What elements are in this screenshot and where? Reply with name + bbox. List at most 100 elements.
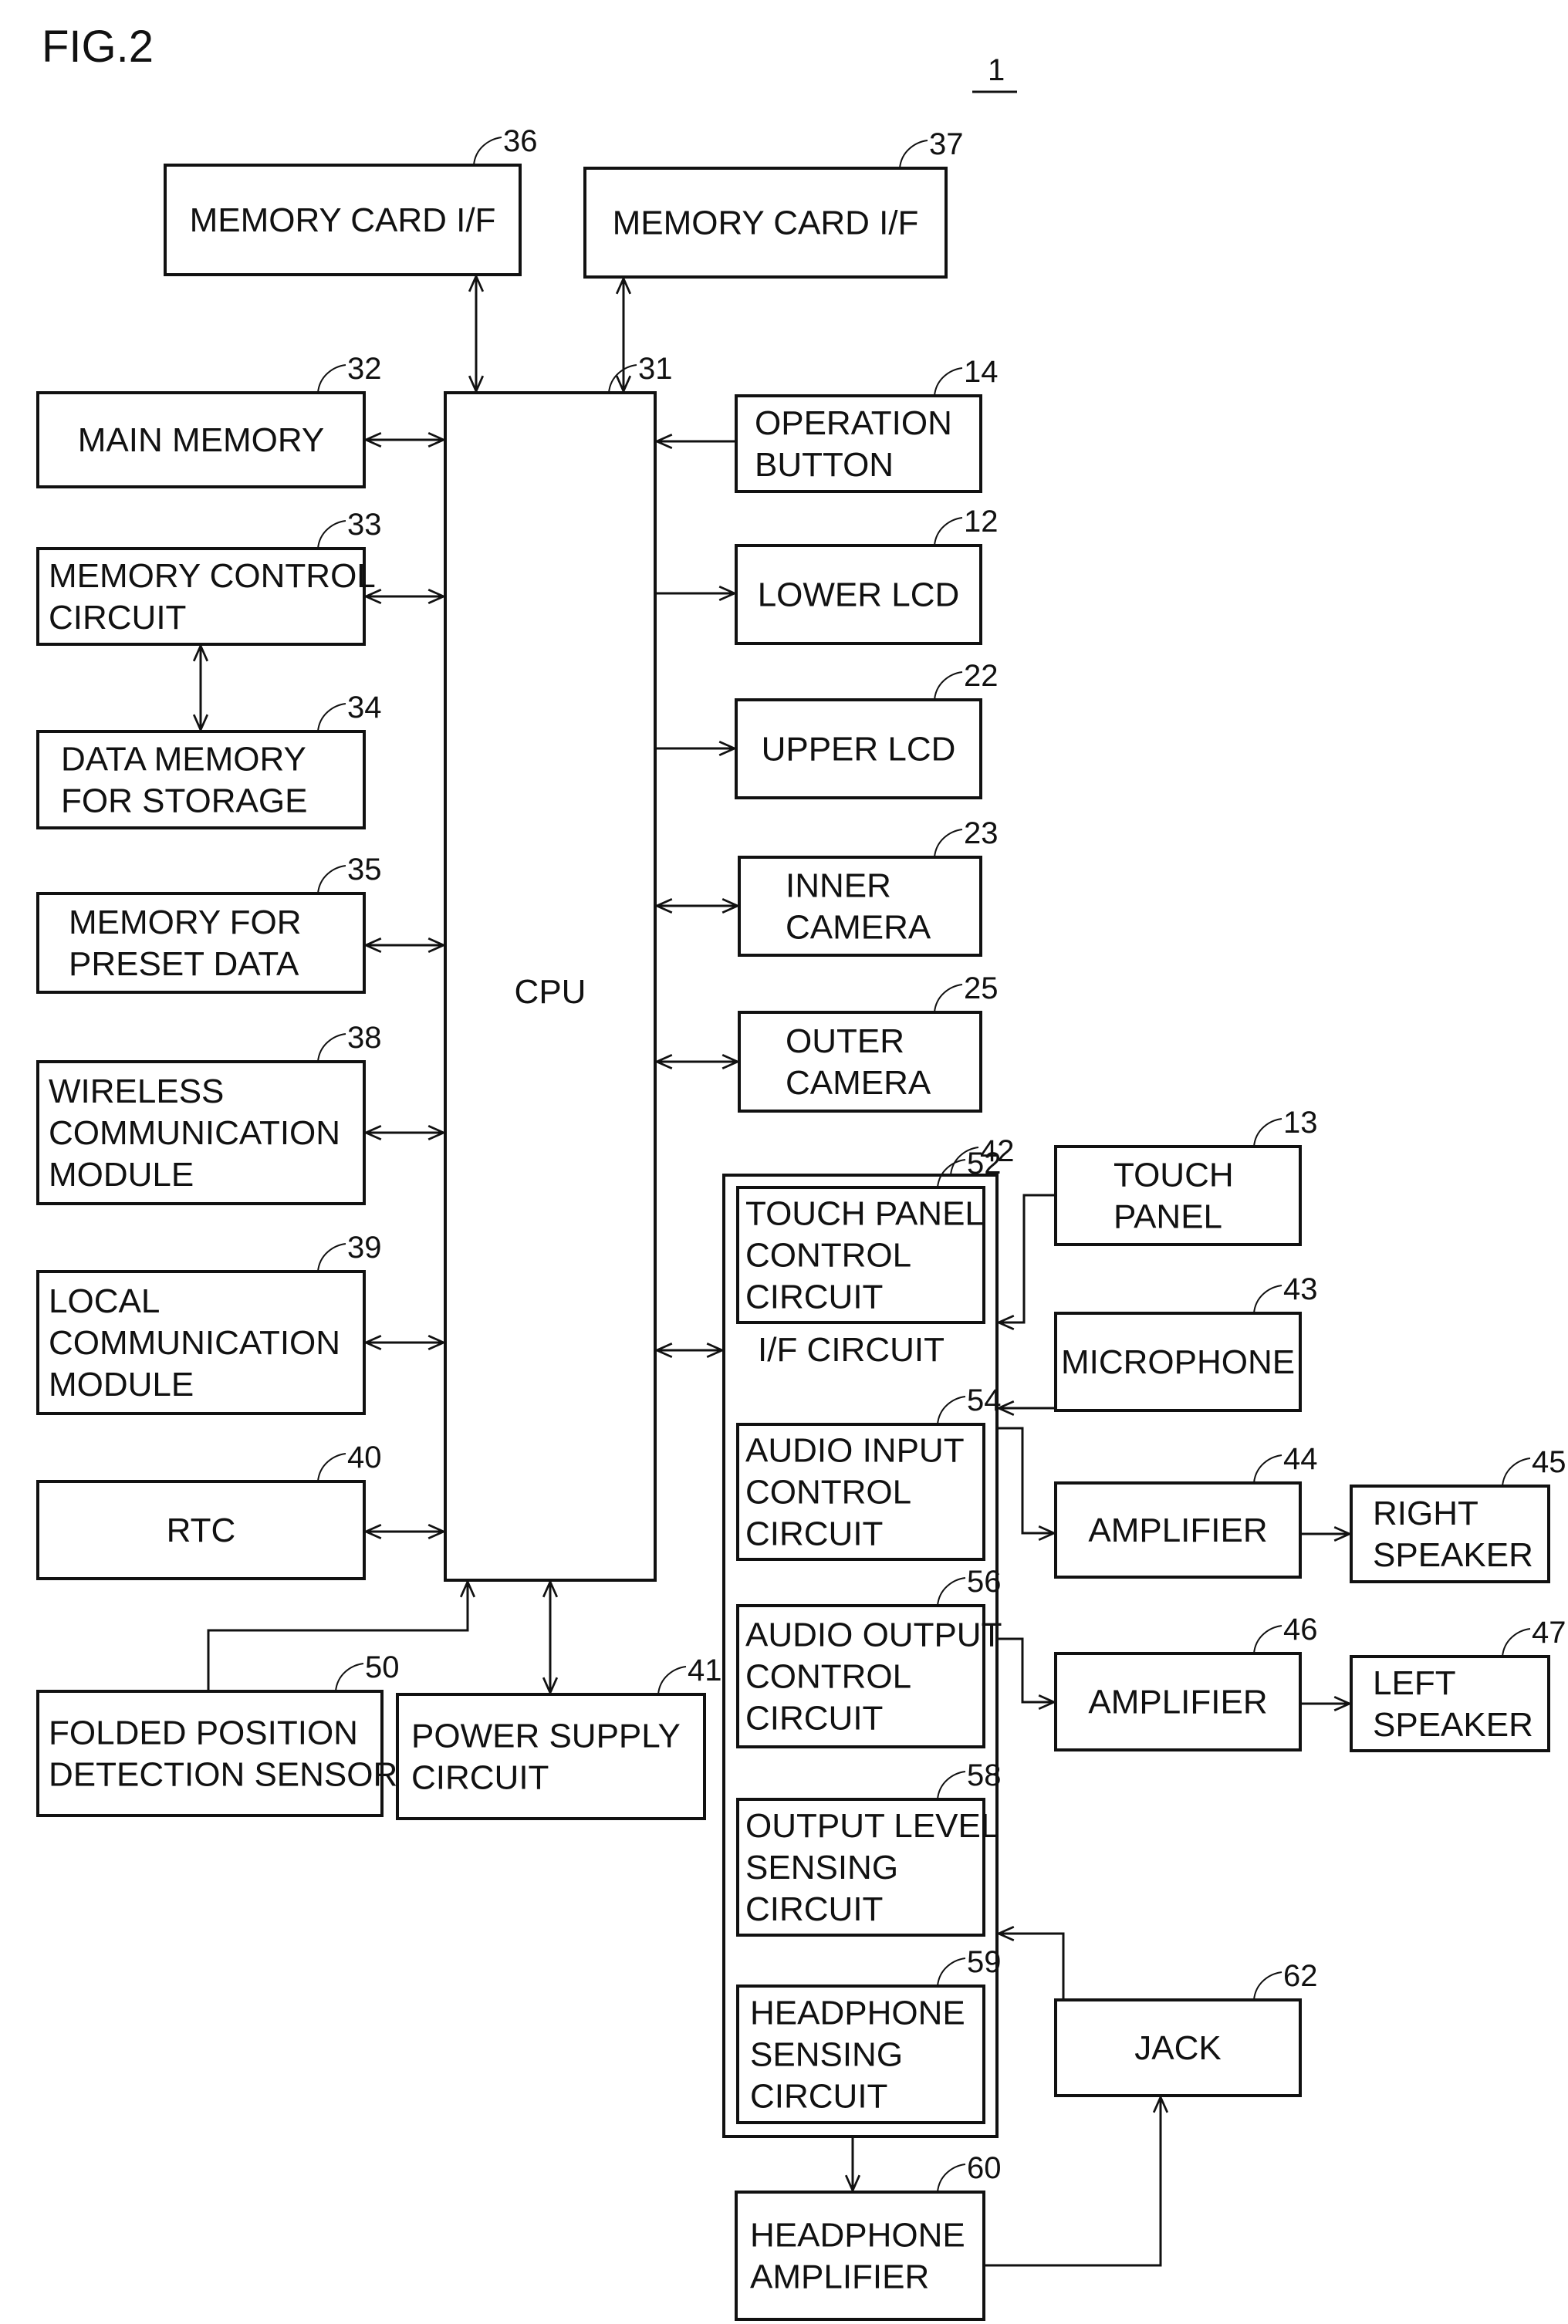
block-label-line: CONTROL [745,1237,911,1275]
reference-leader [934,367,963,397]
reference-leader [1253,1971,1282,2001]
link-if-ampright [999,1427,1054,1533]
reference-leader [317,865,346,894]
reference-numeral: 25 [964,971,999,1005]
block-left-speaker: LEFT SPEAKER 47 [1350,1616,1566,1752]
reference-numeral: 32 [347,352,382,386]
block-label-line: MICROPHONE [1061,1343,1295,1381]
block-label-line: MODULE [49,1366,194,1404]
block-lower-lcd: LOWER LCD 12 [735,505,999,645]
block-label-line: OUTPUT LEVEL [745,1807,999,1845]
block-label-line: FOR STORAGE [61,782,307,820]
block-label-line: FOLDED POSITION [49,1714,358,1752]
block-label-line: CIRCUIT [750,2078,887,2116]
block-op-button: OPERATION BUTTON 14 [735,355,999,493]
reference-leader [934,984,963,1013]
block-label-line: MEMORY CARD I/F [613,204,919,242]
block-label-line: RTC [167,1512,236,1549]
block-label-line: DATA MEMORY [61,741,306,779]
reference-numeral: 23 [964,816,999,850]
block-inner-camera: INNER CAMERA 23 [738,816,999,957]
block-label-line: SENSING [750,2036,903,2074]
reference-leader [317,703,346,732]
block-cpu: CPU 31 [444,352,673,1582]
reference-numeral: 33 [347,508,382,542]
block-preset-memory: MEMORY FOR PRESET DATA 35 [36,853,382,994]
reference-numeral: 35 [347,853,382,887]
block-label-line: COMMUNICATION [49,1324,340,1362]
block-label-line: SPEAKER [1373,1536,1533,1574]
block-label-line: MEMORY FOR [69,904,302,941]
reference-numeral: 47 [1532,1616,1566,1650]
reference-numeral: 62 [1283,1959,1318,1993]
block-label-line: LOCAL [49,1282,160,1320]
block-diagram: FIG.2 1 MEMORY CARD I/F36MEMORY CARD I/F… [36,22,1566,2321]
reference-numeral: 59 [967,1945,1002,1979]
block-rtc: RTC 40 [36,1441,382,1580]
reference-leader [934,517,963,546]
block-wireless: WIRELESS COMMUNICATION MODULE 38 [36,1021,382,1205]
reference-numeral: 54 [967,1383,1002,1417]
block-label-line: CIRCUIT [49,599,186,637]
reference-leader [657,1666,687,1695]
block-touch-ctrl: TOUCH PANEL CONTROL CIRCUIT 52 [736,1147,1002,1324]
reference-leader [1253,1118,1282,1147]
link-folded-cpu [207,1582,468,1691]
reference-numeral: 45 [1532,1445,1566,1479]
reference-leader [1253,1625,1282,1654]
figure-title: FIG.2 [42,22,154,72]
block-outer-camera: OUTER CAMERA 25 [738,971,999,1113]
link-jack-if [999,1934,1065,2000]
reference-numeral: 56 [967,1565,1002,1599]
block-jack: JACK 62 [1054,1959,1318,2097]
block-frame [396,1693,706,1820]
block-mem-card-37: MEMORY CARD I/F 37 [583,127,964,279]
block-label-line: LOWER LCD [758,576,960,614]
reference-leader [335,1663,364,1692]
block-label-line: INNER [786,867,891,905]
block-amp-left: AMPLIFIER 46 [1054,1613,1318,1751]
reference-leader [1502,1458,1531,1487]
reference-leader [1253,1285,1282,1314]
reference-numeral: 43 [1283,1272,1318,1306]
reference-numeral: 39 [347,1231,382,1265]
block-power: POWER SUPPLY CIRCUIT 41 [396,1653,722,1820]
block-label-line: CIRCUIT [745,1890,883,1928]
reference-leader [934,829,963,858]
block-label-line: I/F CIRCUIT [758,1331,945,1369]
reference-numeral: 13 [1283,1106,1318,1140]
block-frame [735,2191,985,2321]
block-label-line: CIRCUIT [411,1759,549,1797]
link-touchpanel-if [999,1194,1056,1322]
reference-leader [899,140,928,169]
block-label-line: CIRCUIT [745,1700,883,1738]
reference-leader [1253,1454,1282,1484]
block-touch-panel: TOUCH PANEL 13 [1054,1106,1318,1246]
reference-numeral: 31 [638,352,673,386]
block-label-line: POWER SUPPLY [411,1718,681,1755]
reference-numeral: 36 [503,124,538,158]
block-mem-card-36: MEMORY CARD I/F 36 [164,124,538,276]
reference-leader [317,520,346,549]
reference-numeral: 38 [347,1021,382,1055]
block-label-line: AUDIO OUTPUT [745,1616,1002,1654]
block-label-line: BUTTON [755,446,894,484]
block-main-memory: MAIN MEMORY 32 [36,352,382,488]
block-folded: FOLDED POSITION DETECTION SENSOR 50 [36,1650,400,1817]
block-right-speaker: RIGHT SPEAKER 45 [1350,1445,1566,1583]
block-label-line: CIRCUIT [745,1279,883,1316]
block-label-line: HEADPHONE [750,1995,965,2032]
reference-numeral: 41 [688,1653,722,1687]
reference-leader [317,364,346,394]
block-label-line: CPU [515,973,586,1011]
block-label-line: PRESET DATA [69,945,299,983]
block-label-line: HEADPHONE [750,2217,965,2255]
blocks-layer: MEMORY CARD I/F 36 MEMORY CARD I/F 37 CPU 31 M… [36,124,1566,2321]
block-hp-amp: HEADPHONEAMPLIFIER 60 [735,2151,1002,2321]
reference-leader [317,1453,346,1482]
link-hpamp-jack [985,2097,1161,2267]
reference-numeral: 40 [347,1441,382,1474]
block-label-line: AMPLIFIER [1088,1684,1267,1721]
block-upper-lcd: UPPER LCD 22 [735,659,999,799]
block-label-line: CAMERA [786,909,931,947]
